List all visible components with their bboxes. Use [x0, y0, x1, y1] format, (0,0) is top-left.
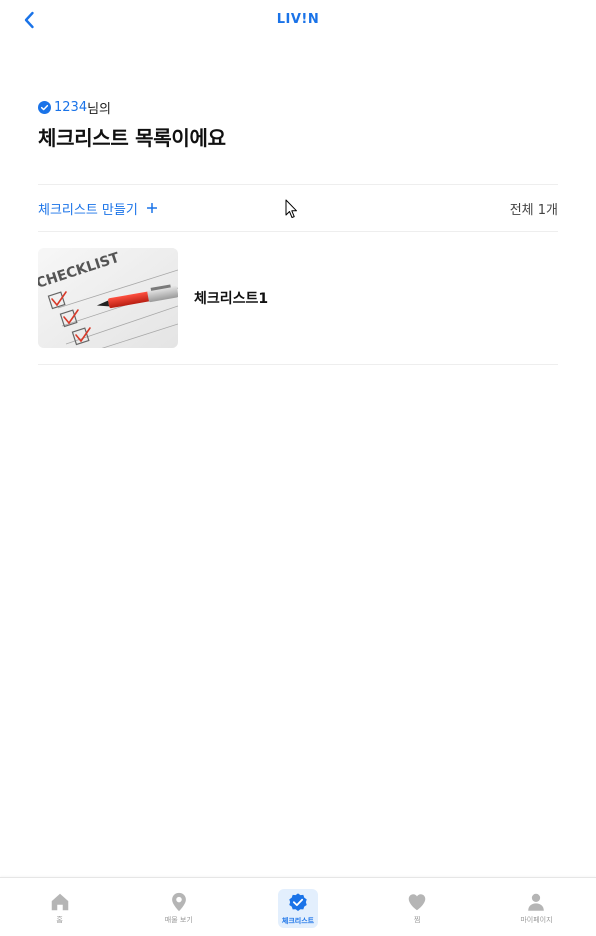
nav-item-listings[interactable]: 매물 보기	[119, 878, 238, 936]
nav-label-checklist: 체크리스트	[281, 916, 315, 925]
nav-label-home: 홈	[56, 916, 63, 924]
nav-item-favorites[interactable]: 찜	[358, 878, 477, 936]
app-logo[interactable]: LIV!N	[0, 12, 596, 27]
checklist-paper-image: CHECKLIST	[38, 248, 178, 348]
create-checklist-button[interactable]: 체크리스트 만들기	[38, 199, 157, 218]
nav-label-listings: 매물 보기	[164, 916, 193, 924]
create-checklist-label: 체크리스트 만들기	[38, 202, 138, 218]
list-toolbar: 체크리스트 만들기 전체 1개	[38, 185, 558, 231]
user-name: 1234	[54, 100, 88, 115]
top-header: LIV!N	[0, 0, 596, 40]
total-count: 전체 1개	[509, 202, 558, 218]
checklist-item[interactable]: CHECKLIST 체크리스트1	[38, 248, 558, 348]
bottom-navigation: 홈 매물 보기 체크리스트 찜 마이페이지	[0, 877, 596, 936]
nav-item-checklist[interactable]: 체크리스트	[238, 878, 357, 936]
greeting: 1234 님의	[38, 98, 111, 117]
list-item-divider	[38, 364, 558, 365]
person-icon	[528, 893, 545, 911]
toolbar-bottom-divider	[38, 231, 558, 232]
checklist-thumbnail: CHECKLIST	[38, 248, 178, 348]
nav-active-pill: 체크리스트	[277, 888, 319, 928]
check-badge-icon	[289, 892, 307, 911]
checklist-item-title: 체크리스트1	[194, 291, 269, 307]
nav-item-home[interactable]: 홈	[0, 878, 119, 936]
nav-item-mypage[interactable]: 마이페이지	[477, 878, 596, 936]
home-icon	[51, 893, 68, 911]
greeting-suffix: 님의	[87, 102, 112, 117]
map-pin-icon	[171, 892, 186, 912]
plus-icon	[146, 203, 157, 213]
heart-icon	[408, 894, 426, 911]
page-title: 체크리스트 목록이에요	[38, 126, 226, 150]
checklist-list-page: LIV!N 1234 님의 체크리스트 목록이에요 체크리스트 만들기 전체 1…	[0, 0, 596, 936]
nav-label-mypage: 마이페이지	[520, 916, 553, 924]
nav-label-favorites: 찜	[413, 916, 421, 924]
verified-check-icon	[38, 101, 51, 114]
